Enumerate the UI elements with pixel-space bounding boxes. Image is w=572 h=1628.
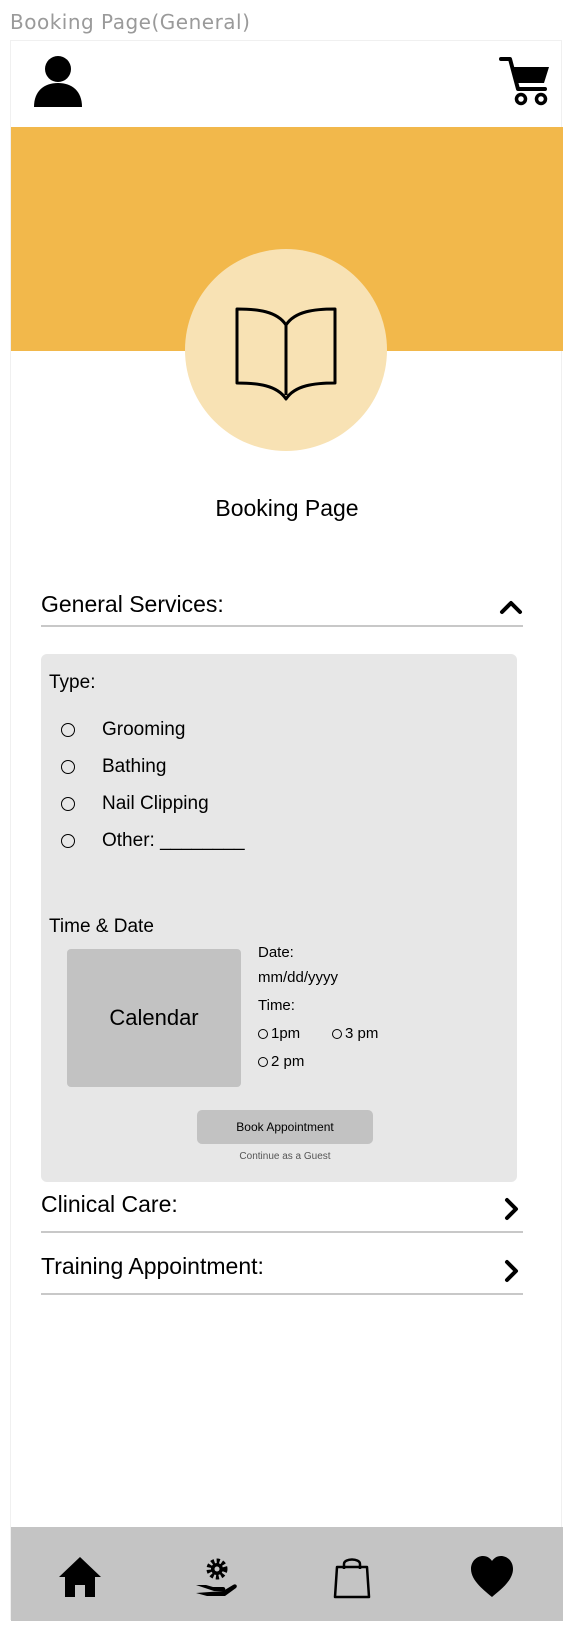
option-label: Other: ________ <box>102 830 245 851</box>
option-grooming[interactable]: Grooming <box>61 717 185 743</box>
cart-icon[interactable] <box>499 55 551 107</box>
chevron-up-icon[interactable] <box>499 595 523 619</box>
time-option-3pm[interactable]: 3 pm <box>332 1025 378 1042</box>
general-services-header[interactable]: General Services: <box>41 589 523 627</box>
time-option-2pm[interactable]: 2 pm <box>258 1053 304 1070</box>
radio-other[interactable] <box>61 834 75 848</box>
top-bar <box>11 41 563 127</box>
training-appointment-header[interactable]: Training Appointment: <box>41 1253 523 1295</box>
time-date-label: Time & Date <box>49 916 154 937</box>
date-input[interactable]: mm/dd/yyyy <box>258 969 338 986</box>
radio-time-1pm[interactable] <box>258 1028 268 1039</box>
date-label: Date: <box>258 944 294 961</box>
option-nail-clipping[interactable]: Nail Clipping <box>61 791 209 817</box>
book-appointment-button[interactable]: Book Appointment <box>197 1110 373 1144</box>
calendar-widget[interactable]: Calendar <box>67 949 241 1087</box>
general-services-title: General Services: <box>41 591 224 617</box>
continue-as-guest-link[interactable]: Continue as a Guest <box>41 1151 529 1162</box>
time-option-label: 3 pm <box>345 1025 379 1042</box>
option-label: Nail Clipping <box>102 793 209 814</box>
heart-icon[interactable] <box>469 1555 515 1599</box>
radio-grooming[interactable] <box>61 723 75 737</box>
option-label: Grooming <box>102 719 186 740</box>
radio-nail-clipping[interactable] <box>61 797 75 811</box>
option-label: Bathing <box>102 756 167 777</box>
booking-screen: Booking Page General Services: Type: Gro… <box>10 40 563 1621</box>
home-icon[interactable] <box>57 1555 103 1599</box>
shopping-bag-icon[interactable] <box>329 1555 375 1599</box>
time-option-1pm[interactable]: 1pm <box>258 1025 300 1042</box>
time-option-label: 1pm <box>271 1025 301 1042</box>
radio-time-2pm[interactable] <box>258 1056 268 1067</box>
clinical-care-title: Clinical Care: <box>41 1191 178 1217</box>
radio-bathing[interactable] <box>61 760 75 774</box>
user-icon[interactable] <box>33 55 83 107</box>
page-title: Booking Page <box>215 495 359 521</box>
hero-icon-circle <box>185 249 387 451</box>
general-services-panel: Type: Grooming Bathing Nail Clipping Oth… <box>41 654 517 1182</box>
option-bathing[interactable]: Bathing <box>61 754 166 780</box>
frame-title: Booking Page(General) <box>10 10 251 34</box>
type-label: Type: <box>49 672 96 693</box>
bottom-nav <box>11 1527 563 1621</box>
chevron-right-icon[interactable] <box>499 1197 523 1221</box>
time-option-label: 2 pm <box>271 1053 305 1070</box>
radio-time-3pm[interactable] <box>332 1028 342 1039</box>
chevron-right-icon[interactable] <box>499 1259 523 1283</box>
clinical-care-header[interactable]: Clinical Care: <box>41 1191 523 1233</box>
option-other[interactable]: Other: ________ <box>61 828 245 854</box>
hand-gear-icon[interactable] <box>193 1555 239 1599</box>
time-label: Time: <box>258 997 295 1014</box>
training-appointment-title: Training Appointment: <box>41 1253 264 1279</box>
open-book-icon <box>235 307 337 401</box>
